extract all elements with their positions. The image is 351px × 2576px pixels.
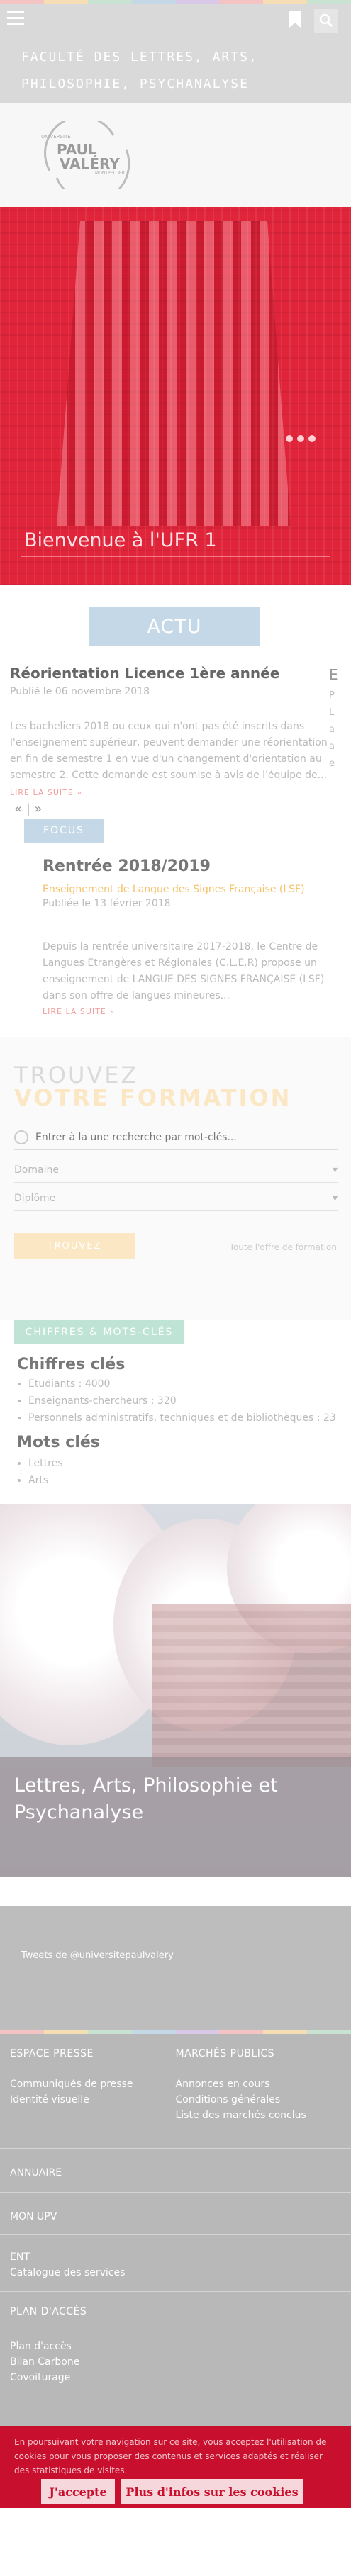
news-pager[interactable]: « | »	[0, 802, 351, 819]
color-strip	[0, 0, 351, 4]
list-item[interactable]: Arts	[28, 1472, 63, 1489]
footer-link[interactable]: ENT	[10, 2249, 341, 2265]
footer-ent: ENT Catalogue des services	[0, 2235, 351, 2292]
course-search[interactable]	[14, 1125, 338, 1150]
twitter-link[interactable]: Tweets de @universitepaulvalery	[21, 1950, 174, 1961]
list-item: Enseignants-chercheurs : 320	[28, 1393, 336, 1410]
find-button[interactable]: TROUVEZ	[14, 1233, 135, 1259]
key-figures-tag: CHIFFRES & MOTS-CLÉS	[14, 1320, 184, 1344]
search-icon	[14, 1130, 28, 1144]
footer-heading[interactable]: MARCHÉS PUBLICS	[176, 2048, 342, 2059]
news-item: Réorientation Licence 1ère année Publié …	[10, 665, 350, 797]
footer-plan: PLAN D'ACCÈS Plan d'accès Bilan Carbone …	[0, 2292, 351, 2426]
focus-subtitle: Enseignement de Langue des Signes França…	[43, 884, 305, 895]
list-item: Etudiants : 4000	[28, 1376, 336, 1393]
accept-cookies-button[interactable]: J'accepte	[41, 2479, 115, 2504]
logo-top-text: UNIVERSITÉ	[41, 134, 71, 140]
actu-section: ACTU Réorientation Licence 1ère année Pu…	[0, 585, 351, 802]
hero-image	[57, 221, 291, 526]
diploma-select-label: Diplôme	[14, 1192, 56, 1204]
list-item[interactable]: Lettres	[28, 1455, 63, 1472]
photo-title[interactable]: Lettres, Arts, Philosophie et Psychanaly…	[14, 1772, 312, 1826]
footer-link[interactable]: Annonces en cours	[176, 2076, 342, 2092]
footer-link[interactable]: Covoiturage	[10, 2370, 341, 2385]
hero-caption[interactable]: Bienvenue à l'UFR 1	[24, 529, 217, 551]
news-date: Publié le 06 novembre 2018	[10, 686, 150, 697]
focus-section: FOCUS Rentrée 2018/2019 Enseignement de …	[0, 819, 351, 1037]
cookie-banner: En poursuivant votre navigation sur ce s…	[0, 2426, 351, 2508]
keywords-list: Lettres Arts	[28, 1455, 63, 1489]
find-course-section: TROUVEZ VOTRE FORMATION Domaine ▾ Diplôm…	[0, 1037, 351, 1320]
peek-line: e	[329, 758, 335, 769]
footer-link[interactable]: Plan d'accès	[10, 2339, 341, 2354]
news-title[interactable]: Réorientation Licence 1ère année	[10, 665, 350, 682]
diploma-select[interactable]: Diplôme ▾	[14, 1186, 338, 1211]
chevron-down-icon: ▾	[332, 1192, 338, 1204]
footer-heading[interactable]: PLAN D'ACCÈS	[10, 2306, 341, 2317]
logo-sub-text: MONTPELLIER 3	[95, 171, 129, 176]
key-figures-list: Etudiants : 4000 Enseignants-chercheurs …	[28, 1376, 336, 1427]
top-bar	[0, 0, 351, 44]
list-item: Personnels administratifs, techniques et…	[28, 1410, 336, 1427]
focus-read-more[interactable]: LIRE LA SUITE »	[43, 1007, 115, 1016]
cookie-text: En poursuivant votre navigation sur ce s…	[14, 2437, 327, 2475]
key-figures-title: Chiffres clés	[17, 1356, 126, 1373]
menu-icon[interactable]	[7, 11, 24, 26]
logo-area: UNIVERSITÉ PAUL VALÉRY MONTPELLIER 3	[0, 103, 351, 207]
focus-text: Depuis la rentrée universitaire 2017-201…	[43, 941, 325, 1001]
footer-link[interactable]: Bilan Carbone	[10, 2354, 341, 2370]
university-logo[interactable]: UNIVERSITÉ PAUL VALÉRY MONTPELLIER 3	[35, 116, 135, 203]
focus-tag: FOCUS	[24, 819, 104, 843]
next-news-peek: P L a a e	[329, 687, 350, 772]
campus-photo[interactable]: Lettres, Arts, Philosophie et Psychanaly…	[0, 1504, 351, 1877]
twitter-feed: Tweets de @universitepaulvalery	[0, 1906, 351, 2030]
footer-link[interactable]: Liste des marchés conclus	[176, 2108, 342, 2123]
actu-button[interactable]: ACTU	[89, 607, 260, 646]
footer-link[interactable]: Catalogue des services	[10, 2265, 341, 2280]
peek-line: a	[329, 741, 335, 752]
search-icon[interactable]	[314, 9, 338, 33]
cookie-info-button[interactable]: Plus d'infos sur les cookies	[121, 2479, 303, 2504]
news-read-more[interactable]: LIRE LA SUITE »	[10, 788, 350, 797]
footer: ESPACE PRESSE Communiqués de presse Iden…	[0, 2034, 351, 2426]
slider-dots[interactable]	[286, 435, 316, 442]
faculty-title: FACULTÉ DES LETTRES, ARTS, PHILOSOPHIE, …	[0, 44, 351, 103]
find-title-line2: VOTRE FORMATION	[14, 1084, 292, 1111]
peek-line: a	[329, 724, 335, 735]
domain-select[interactable]: Domaine ▾	[14, 1157, 338, 1183]
logo-main-2: VALÉRY	[60, 155, 120, 172]
course-search-input[interactable]	[35, 1131, 338, 1143]
focus-title[interactable]: Rentrée 2018/2019	[43, 857, 211, 875]
footer-columns: ESPACE PRESSE Communiqués de presse Iden…	[0, 2034, 351, 2149]
bookmark-icon[interactable]	[289, 10, 301, 28]
all-courses-link[interactable]: Toute l'offre de formation	[230, 1242, 337, 1252]
hero-divider	[21, 556, 330, 557]
footer-link[interactable]: Communiqués de presse	[10, 2076, 176, 2092]
focus-date: Publiée le 13 février 2018	[43, 898, 171, 909]
footer-monupv[interactable]: MON UPV	[0, 2193, 351, 2235]
domain-select-label: Domaine	[14, 1164, 59, 1176]
keywords-title: Mots clés	[17, 1434, 100, 1451]
footer-link[interactable]: Conditions générales	[176, 2092, 342, 2108]
news-text: Les bacheliers 2018 ou ceux qui n'ont pa…	[10, 721, 328, 781]
peek-line: P	[329, 690, 335, 701]
find-title-line1: TROUVEZ	[14, 1062, 139, 1089]
footer-link[interactable]: Identité visuelle	[10, 2092, 176, 2108]
footer-heading[interactable]: ESPACE PRESSE	[10, 2048, 176, 2059]
chevron-down-icon: ▾	[332, 1164, 338, 1176]
key-figures-section: CHIFFRES & MOTS-CLÉS Chiffres clés Etudi…	[0, 1320, 351, 1504]
next-news-peek-title: E	[329, 666, 338, 683]
hero-slider[interactable]: Bienvenue à l'UFR 1	[0, 207, 351, 585]
peek-line: L	[329, 707, 335, 718]
footer-annuaire[interactable]: ANNUAIRE	[0, 2149, 351, 2193]
